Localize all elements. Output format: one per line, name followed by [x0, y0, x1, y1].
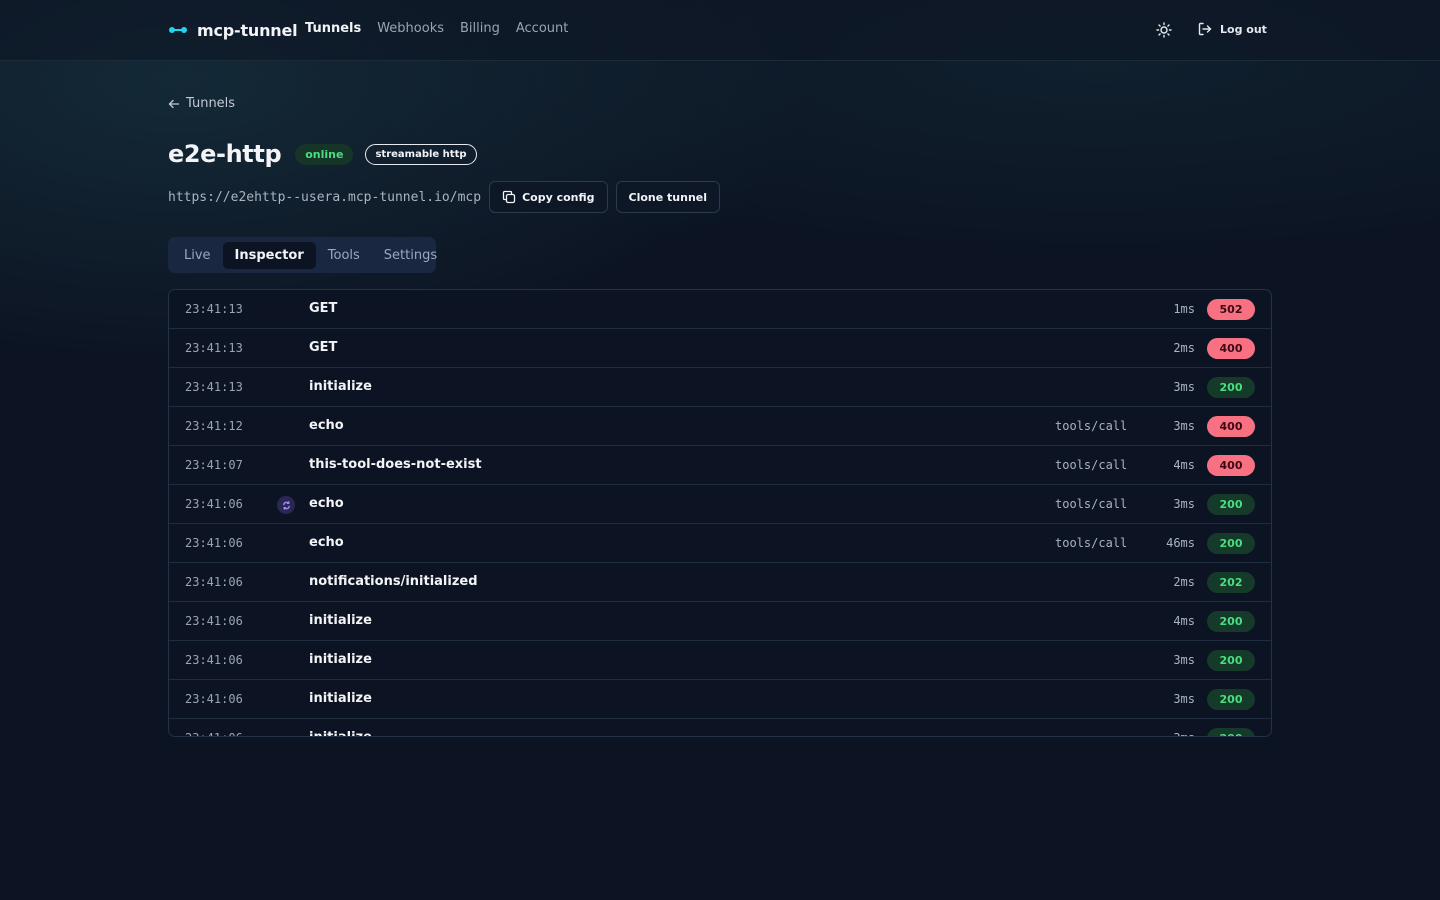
table-row[interactable]: 23:41:06 echo tools/call 46ms 200 [169, 524, 1271, 563]
status-code-badge: 200 [1207, 689, 1255, 710]
request-duration: 3ms [1173, 380, 1195, 394]
request-time: 23:41:13 [185, 380, 243, 394]
request-duration: 3ms [1173, 692, 1195, 706]
logout-button[interactable]: Log out [1197, 21, 1267, 37]
request-time: 23:41:13 [185, 302, 243, 316]
brand-logo[interactable]: mcp-tunnel [169, 19, 298, 41]
request-duration: 3ms [1173, 731, 1195, 736]
replay-icon [277, 496, 295, 514]
clone-tunnel-label: Clone tunnel [628, 190, 708, 204]
theme-toggle-button[interactable] [1154, 20, 1174, 40]
request-duration: 2ms [1173, 341, 1195, 355]
top-nav-bar: mcp-tunnel Tunnels Webhooks Billing Acco… [0, 0, 1440, 61]
status-badge: online [295, 143, 354, 165]
tunnel-endpoint-url[interactable]: https://e2ehttp--usera.mcp-tunnel.io/mcp [168, 190, 481, 205]
back-link-label: Tunnels [186, 96, 236, 111]
status-code-badge: 200 [1207, 377, 1255, 398]
request-method: notifications/initialized [309, 574, 478, 589]
request-time: 23:41:06 [185, 536, 243, 550]
request-method: echo [309, 418, 344, 433]
table-row[interactable]: 23:41:06 initialize 3ms 200 [169, 680, 1271, 719]
nav-billing[interactable]: Billing [460, 21, 500, 36]
status-code-badge: 200 [1207, 494, 1255, 515]
request-time: 23:41:06 [185, 575, 243, 589]
copy-icon [502, 190, 516, 204]
status-code-badge: 400 [1207, 338, 1255, 359]
sun-icon [1156, 22, 1172, 38]
request-type: tools/call [1055, 458, 1128, 472]
logout-label: Log out [1220, 22, 1267, 36]
request-method: echo [309, 496, 344, 511]
nav-account[interactable]: Account [516, 21, 569, 36]
tab-live[interactable]: Live [172, 242, 223, 269]
tunnel-url-row: https://e2ehttp--usera.mcp-tunnel.io/mcp… [168, 181, 721, 213]
copy-config-button[interactable]: Copy config [489, 181, 608, 213]
request-duration: 3ms [1173, 653, 1195, 667]
status-code-badge: 200 [1207, 650, 1255, 671]
page-title: e2e-http [168, 140, 282, 168]
request-type: tools/call [1055, 497, 1128, 511]
request-method: initialize [309, 613, 372, 628]
tab-settings[interactable]: Settings [372, 242, 449, 269]
request-method: this-tool-does-not-exist [309, 457, 482, 472]
request-method: initialize [309, 379, 372, 394]
status-code-badge: 400 [1207, 416, 1255, 437]
request-type: tools/call [1055, 419, 1128, 433]
table-row[interactable]: 23:41:06 initialize 4ms 200 [169, 602, 1271, 641]
table-row[interactable]: 23:41:12 echo tools/call 3ms 400 [169, 407, 1271, 446]
logout-icon [1198, 22, 1212, 36]
request-duration: 4ms [1173, 458, 1195, 472]
request-method: initialize [309, 730, 372, 736]
request-duration: 2ms [1173, 575, 1195, 589]
brand-name: mcp-tunnel [197, 20, 298, 40]
tunnel-title-row: e2e-http online streamable http [168, 140, 477, 168]
request-time: 23:41:06 [185, 731, 243, 736]
arrow-left-icon [168, 99, 180, 108]
request-duration: 46ms [1166, 536, 1195, 550]
status-code-badge: 400 [1207, 455, 1255, 476]
main-nav: Tunnels Webhooks Billing Account [305, 21, 568, 36]
tab-tools[interactable]: Tools [316, 242, 372, 269]
status-code-badge: 502 [1207, 299, 1255, 320]
status-code-badge: 200 [1207, 728, 1255, 736]
nav-tunnels[interactable]: Tunnels [305, 21, 361, 36]
table-row[interactable]: 23:41:13 initialize 3ms 200 [169, 368, 1271, 407]
copy-config-label: Copy config [522, 190, 595, 204]
request-time: 23:41:06 [185, 614, 243, 628]
clone-tunnel-button[interactable]: Clone tunnel [615, 181, 721, 213]
request-time: 23:41:12 [185, 419, 243, 433]
table-row[interactable]: 23:41:06 notifications/initialized 2ms 202 [169, 563, 1271, 602]
back-to-tunnels-link[interactable]: Tunnels [168, 96, 235, 111]
transport-badge: streamable http [365, 143, 477, 165]
request-time: 23:41:13 [185, 341, 243, 355]
request-log-table[interactable]: 23:41:13 GET 1ms 502 23:41:13 GET 2ms 400 23:41:… [168, 289, 1272, 737]
request-method: initialize [309, 652, 372, 667]
request-method: GET [309, 301, 338, 316]
table-row[interactable]: 23:41:13 GET 2ms 400 [169, 329, 1271, 368]
table-row[interactable]: 23:41:13 GET 1ms 502 [169, 290, 1271, 329]
request-duration: 1ms [1173, 302, 1195, 316]
request-time: 23:41:06 [185, 497, 243, 511]
nav-webhooks[interactable]: Webhooks [377, 21, 444, 36]
request-duration: 4ms [1173, 614, 1195, 628]
status-code-badge: 200 [1207, 611, 1255, 632]
request-type: tools/call [1055, 536, 1128, 550]
tab-inspector[interactable]: Inspector [222, 241, 316, 269]
request-method: GET [309, 340, 338, 355]
table-row[interactable]: 23:41:06 initialize 3ms 200 [169, 641, 1271, 680]
status-code-badge: 202 [1207, 572, 1255, 593]
request-duration: 3ms [1173, 419, 1195, 433]
tunnel-tabs: Live Inspector Tools Settings [168, 237, 437, 273]
table-row[interactable]: 23:41:07 this-tool-does-not-exist tools/ca… [169, 446, 1271, 485]
table-row[interactable]: 23:41:06 echo tools/call 3ms 200 [169, 485, 1271, 524]
tunnel-logo-icon [169, 26, 189, 34]
request-time: 23:41:06 [185, 692, 243, 706]
status-code-badge: 200 [1207, 533, 1255, 554]
request-method: initialize [309, 691, 372, 706]
request-time: 23:41:07 [185, 458, 243, 472]
table-row[interactable]: 23:41:06 initialize 3ms 200 [169, 719, 1271, 736]
request-duration: 3ms [1173, 497, 1195, 511]
request-time: 23:41:06 [185, 653, 243, 667]
request-method: echo [309, 535, 344, 550]
